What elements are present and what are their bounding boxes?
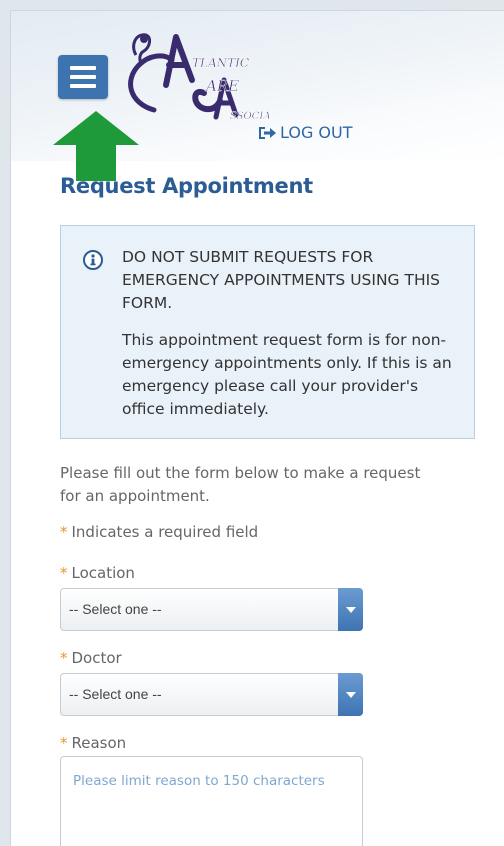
required-note-text: Indicates a required field bbox=[71, 523, 259, 541]
reason-placeholder: Please limit reason to 150 characters bbox=[73, 773, 325, 789]
hamburger-menu-icon bbox=[70, 66, 96, 70]
svg-text:TLANTIC: TLANTIC bbox=[192, 56, 249, 70]
svg-text:SSOCIATES: SSOCIATES bbox=[230, 111, 269, 122]
logout-label: LOG OUT bbox=[280, 123, 353, 142]
alert-heading: DO NOT SUBMIT REQUESTS FOR EMERGENCY APP… bbox=[122, 248, 441, 312]
green-arrow-annotation bbox=[53, 111, 139, 181]
chevron-down-icon bbox=[338, 588, 363, 631]
page: TLANTIC ARE SSOCIATES LOG OUT Request Ap… bbox=[10, 10, 504, 846]
required-star-icon: * bbox=[60, 649, 68, 667]
location-label: * Location bbox=[60, 564, 135, 582]
menu-button[interactable] bbox=[58, 55, 108, 99]
info-circle-icon bbox=[83, 250, 103, 270]
sign-out-icon bbox=[259, 126, 276, 139]
location-label-text: Location bbox=[71, 564, 135, 582]
logout-link[interactable]: LOG OUT bbox=[257, 123, 353, 142]
required-star-icon: * bbox=[60, 734, 68, 752]
doctor-select[interactable]: -- Select one -- bbox=[60, 673, 363, 716]
required-note: * Indicates a required field bbox=[60, 523, 258, 541]
reason-label-text: Reason bbox=[71, 734, 127, 752]
svg-text:ARE: ARE bbox=[204, 77, 239, 95]
chevron-down-icon bbox=[338, 673, 363, 716]
reason-label: * Reason bbox=[60, 734, 126, 752]
doctor-select-value: -- Select one -- bbox=[69, 686, 162, 702]
location-select[interactable]: -- Select one -- bbox=[60, 588, 363, 631]
location-select-value: -- Select one -- bbox=[69, 601, 162, 617]
page-title: Request Appointment bbox=[60, 174, 313, 198]
required-star-icon: * bbox=[60, 564, 68, 582]
doctor-label: * Doctor bbox=[60, 649, 122, 667]
doctor-label-text: Doctor bbox=[71, 649, 122, 667]
reason-textarea[interactable]: Please limit reason to 150 characters bbox=[60, 756, 363, 846]
alert-body: This appointment request form is for non… bbox=[122, 331, 452, 418]
logo[interactable]: TLANTIC ARE SSOCIATES bbox=[114, 25, 269, 125]
form-intro: Please fill out the form below to make a… bbox=[60, 464, 421, 505]
required-star-icon: * bbox=[60, 523, 68, 541]
emergency-alert: DO NOT SUBMIT REQUESTS FOR EMERGENCY APP… bbox=[60, 225, 475, 439]
